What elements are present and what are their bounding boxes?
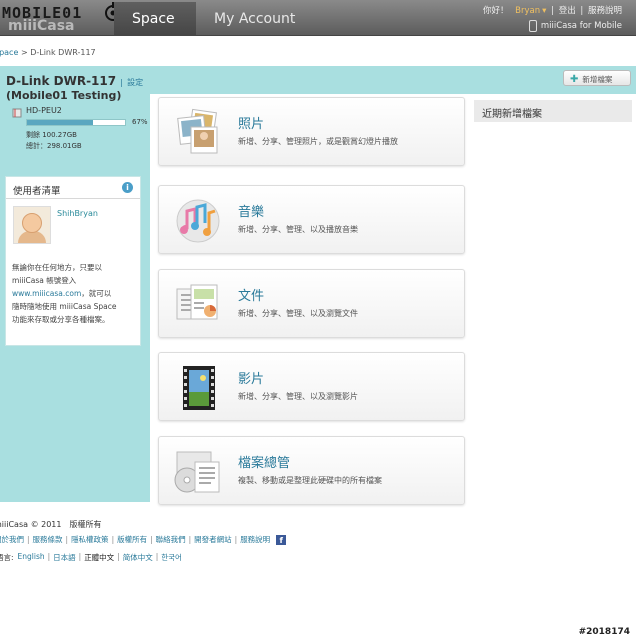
file-manager-title: 檔案總管 [238,456,291,471]
video-description: 新增、分享、管理、以及瀏覽影片 [238,392,358,401]
help-line-4: 隨時隨地使用 miiiCasa Space [12,302,117,311]
watermark-logo: MOBILE01 [2,4,83,22]
music-card[interactable]: 音樂 新增、分享、管理、以及播放音樂 [158,185,465,254]
photos-card[interactable]: 照片 新增、分享、管理照片，或是觀賞幻燈片播放 [158,97,465,166]
hard-drive-icon [12,108,22,118]
breadcrumb: Space > D-Link DWR-117 [0,48,96,57]
add-file-label: 新增檔案 [582,75,613,84]
mobile-link-label: miiiCasa for Mobile [540,21,622,31]
breadcrumb-current: D-Link DWR-117 [30,48,96,57]
user-list-title: 使用者清單 [6,177,140,199]
footer-link-developer[interactable]: 開發者網站 [194,534,232,545]
plus-icon: ✚ [570,74,579,85]
help-line-3: ，就可以 [81,289,112,298]
footer-link-contact[interactable]: 聯絡我們 [156,534,186,545]
language-japanese[interactable]: 日本語 [53,552,76,563]
file-manager-icon [174,451,220,493]
file-manager-card[interactable]: 檔案總管 複製、移動或是整理此硬碟中的所有檔案 [158,436,465,505]
avatar[interactable] [13,206,51,244]
photos-icon [177,108,218,154]
video-card[interactable]: 影片 新增、分享、管理、以及瀏覽影片 [158,352,465,421]
device-title: D-Link DWR-117 | 設定 [6,74,143,88]
drive-usage-fill [27,120,93,125]
music-icon [176,199,220,243]
language-selector: 語言: English| 日本語| 正體中文| 简体中文| 한국어 [0,552,182,563]
documents-title: 文件 [238,289,265,304]
device-settings-link[interactable]: 設定 [127,78,143,87]
documents-icon [176,284,218,320]
help-line-1: 無論你在任何地方，只要以 [12,263,102,272]
device-subtitle: (Mobile01 Testing) [6,89,122,102]
language-english[interactable]: English [18,552,45,563]
copyright-text: miiiCasa © 2011 版權所有 [0,520,102,529]
drive-name: HD-PEU2 [26,106,62,115]
breadcrumb-root[interactable]: Space [0,48,18,57]
device-separator: | [120,78,123,87]
user-list-panel: 使用者清單 i ShihBryan 無論你在任何地方，只要以 miiiCasa … [5,176,141,346]
photos-title: 照片 [238,117,265,132]
drive-usage-percent: 67% [132,118,148,126]
avatar-face [22,213,42,233]
footer-link-copyright[interactable]: 版權所有 [117,534,147,545]
tab-my-account[interactable]: My Account [196,2,313,36]
watermark-id: #2018174 [578,627,630,637]
chevron-down-icon: ▾ [542,6,547,16]
logout-link[interactable]: 登出 [559,6,576,16]
language-simplified-chinese[interactable]: 简体中文 [123,552,153,563]
recent-files-header: 近期新增檔案 [474,100,632,122]
documents-description: 新增、分享、管理、以及瀏覽文件 [238,309,358,318]
footer-link-terms[interactable]: 服務條款 [33,534,63,545]
photos-description: 新增、分享、管理照片，或是觀賞幻燈片播放 [238,137,398,146]
help-url-link[interactable]: www.miiicasa.com [12,289,81,298]
account-links: 你好！ Bryan ▾ | 登出 | 服務說明 miiiCasa for Mobi… [481,6,622,32]
phone-icon [528,20,537,32]
language-label: 語言: [0,553,14,562]
breadcrumb-separator: > [20,48,28,57]
help-line-2: miiiCasa 帳號登入 [12,276,77,285]
drive-remaining: 剩餘 100.27GB [26,131,77,139]
music-description: 新增、分享、管理、以及播放音樂 [238,225,358,234]
add-file-button[interactable]: ✚ 新增檔案 [563,70,631,86]
info-icon[interactable]: i [122,182,133,193]
video-icon [183,366,215,410]
music-title: 音樂 [238,205,265,220]
help-link[interactable]: 服務說明 [588,6,622,16]
miiicasa-logo[interactable]: miiiCasa MOBILE01 [2,2,122,34]
greeting-text: 你好！ [482,6,509,16]
language-korean[interactable]: 한국어 [161,552,182,563]
drive-usage-bar [26,119,126,126]
user-list-help: 無論你在任何地方，只要以 miiiCasa 帳號登入 www.miiicasa.… [12,261,138,326]
mobile-link[interactable]: miiiCasa for Mobile [481,20,622,32]
footer-links: 關於我們| 服務條款| 隱私權政策| 版權所有| 聯絡我們| 開發者網站| 服務… [0,534,287,545]
top-navigation-bar: miiiCasa MOBILE01 Space My Account 你好！ B… [0,0,636,36]
documents-card[interactable]: 文件 新增、分享、管理、以及瀏覽文件 [158,269,465,338]
footer-link-privacy[interactable]: 隱私權政策 [71,534,109,545]
facebook-icon[interactable]: f [276,534,287,545]
file-manager-description: 複製、移動或是整理此硬碟中的所有檔案 [238,476,382,485]
user-name: Bryan [515,6,541,16]
user-name-link[interactable]: ShihBryan [57,209,98,218]
help-line-5: 功能來存取或分享各種檔案。 [12,315,110,324]
video-title: 影片 [238,372,265,387]
language-traditional-chinese: 正體中文 [84,553,115,562]
user-menu[interactable]: Bryan ▾ [513,6,546,16]
device-name: D-Link DWR-117 [6,74,117,88]
footer-link-about[interactable]: 關於我們 [0,534,24,545]
tab-space[interactable]: Space [114,2,196,36]
footer-link-help[interactable]: 服務說明 [240,534,270,545]
drive-total: 總計：298.01GB [26,142,82,150]
